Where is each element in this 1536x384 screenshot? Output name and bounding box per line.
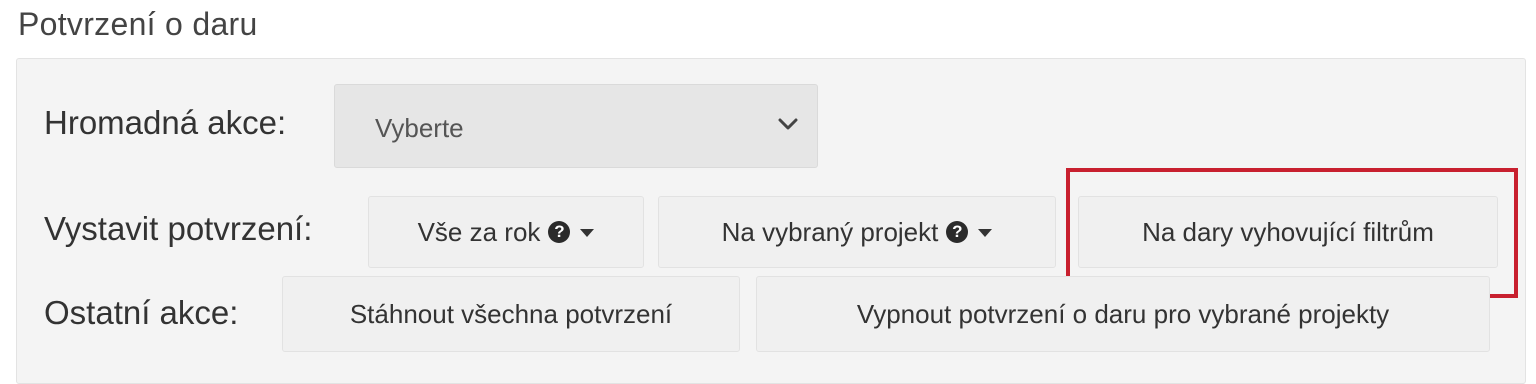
all-for-year-label: Vše za rok	[417, 216, 541, 247]
caret-down-icon	[580, 229, 595, 237]
bulk-action-select[interactable]: Vyberte	[334, 84, 818, 168]
donation-confirmation-page: Potvrzení o daru Hromadná akce: Vyberte …	[0, 0, 1536, 384]
caret-down-icon	[978, 229, 993, 237]
filtered-donations-button[interactable]: Na dary vyhovující filtrům	[1078, 196, 1498, 268]
disable-confirmations-button[interactable]: Vypnout potvrzení o daru pro vybrané pro…	[756, 276, 1490, 352]
disable-confirmations-label: Vypnout potvrzení o daru pro vybrané pro…	[856, 298, 1390, 329]
download-all-confirmations-label: Stáhnout všechna potvrzení	[349, 298, 673, 329]
question-circle-icon: ?	[946, 221, 969, 243]
all-for-year-button[interactable]: Vše za rok ?	[368, 196, 644, 268]
other-actions-label: Ostatní akce:	[44, 294, 239, 331]
question-circle-icon: ?	[548, 221, 571, 243]
selected-project-button[interactable]: Na vybraný projekt ?	[658, 196, 1056, 268]
section-title: Potvrzení o daru	[18, 6, 258, 42]
filtered-donations-label: Na dary vyhovující filtrům	[1142, 216, 1434, 247]
chevron-down-icon	[778, 118, 798, 130]
selected-project-label: Na vybraný projekt	[721, 216, 939, 247]
bulk-action-label: Hromadná akce:	[44, 104, 287, 141]
bulk-action-select-value: Vyberte	[375, 113, 464, 143]
issue-confirmation-label: Vystavit potvrzení:	[44, 210, 313, 247]
download-all-confirmations-button[interactable]: Stáhnout všechna potvrzení	[282, 276, 740, 352]
